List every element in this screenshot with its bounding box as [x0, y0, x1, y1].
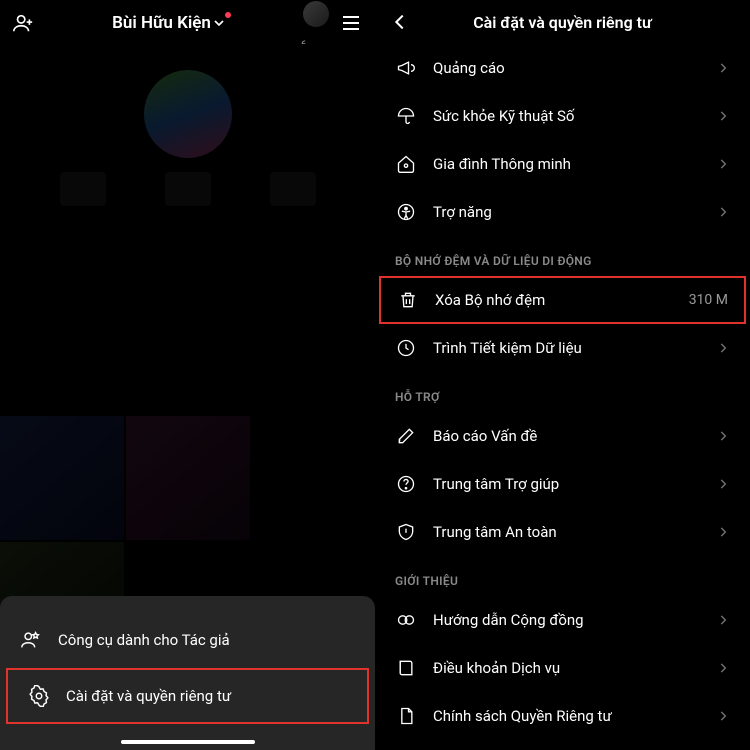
chevron-right-icon	[716, 109, 730, 123]
row-ads[interactable]: Quảng cáo	[375, 44, 750, 92]
account-switcher[interactable]: 6	[303, 1, 329, 46]
add-user-button[interactable]	[12, 12, 42, 34]
creator-tools-item[interactable]: Công cụ dành cho Tác giả	[0, 614, 375, 666]
section-about: GIỚI THIỆU	[375, 556, 750, 596]
row-label: Trợ năng	[433, 203, 700, 221]
row-terms[interactable]: Điều khoản Dịch vụ	[375, 644, 750, 692]
chevron-right-icon	[716, 61, 730, 75]
creator-tools-icon	[20, 629, 42, 651]
chevron-right-icon	[716, 429, 730, 443]
document-icon	[395, 706, 417, 726]
trash-icon	[397, 290, 419, 310]
hamburger-icon	[339, 11, 363, 35]
profile-header: Bùi Hữu Kiện 6	[0, 0, 375, 44]
settings-header: Cài đặt và quyền riêng tư	[375, 0, 750, 44]
row-label: Trình Tiết kiệm Dữ liệu	[433, 339, 700, 357]
row-report-problem[interactable]: Báo cáo Vấn đề	[375, 412, 750, 460]
row-privacy-policy[interactable]: Chính sách Quyền Riêng tư	[375, 692, 750, 740]
globe-icon	[395, 610, 417, 630]
settings-list: Quảng cáo Sức khỏe Kỹ thuật Số Gia đình …	[375, 44, 750, 740]
chevron-right-icon	[716, 205, 730, 219]
chevron-down-icon	[211, 15, 227, 31]
chevron-right-icon	[716, 477, 730, 491]
row-safety-center[interactable]: Trung tâm An toàn	[375, 508, 750, 556]
chevron-right-icon	[716, 341, 730, 355]
chevron-left-icon	[389, 11, 411, 33]
row-label: Báo cáo Vấn đề	[433, 427, 700, 445]
avatar-icon	[303, 1, 329, 27]
username: Bùi Hữu Kiện	[112, 13, 211, 33]
row-accessibility[interactable]: Trợ năng	[375, 188, 750, 236]
row-label: Điều khoản Dịch vụ	[433, 659, 700, 677]
book-icon	[395, 658, 417, 678]
row-label: Trung tâm An toàn	[433, 523, 700, 541]
notification-dot-icon	[225, 12, 231, 18]
help-icon	[395, 474, 417, 494]
chevron-right-icon	[716, 613, 730, 627]
bottom-sheet: Công cụ dành cho Tác giả Cài đặt và quyề…	[0, 596, 375, 750]
settings-privacy-item[interactable]: Cài đặt và quyền riêng tư	[6, 668, 369, 724]
gear-icon	[28, 685, 50, 707]
chevron-right-icon	[716, 525, 730, 539]
row-label: Xóa Bộ nhớ đệm	[435, 291, 673, 309]
row-family-pairing[interactable]: Gia đình Thông minh	[375, 140, 750, 188]
row-community-guidelines[interactable]: Hướng dẫn Cộng đồng	[375, 596, 750, 644]
username-dropdown[interactable]: Bùi Hữu Kiện	[112, 13, 233, 33]
row-label: Hướng dẫn Cộng đồng	[433, 611, 700, 629]
pencil-icon	[395, 426, 417, 446]
section-support: HỖ TRỢ	[375, 372, 750, 412]
chevron-right-icon	[716, 709, 730, 723]
row-label: Trung tâm Trợ giúp	[433, 475, 700, 493]
add-person-icon	[12, 12, 34, 34]
shield-icon	[395, 522, 417, 542]
settings-privacy-label: Cài đặt và quyền riêng tư	[66, 687, 231, 705]
right-screen: Cài đặt và quyền riêng tư Quảng cáo Sức …	[375, 0, 750, 750]
row-label: Sức khỏe Kỹ thuật Số	[433, 107, 700, 125]
menu-button[interactable]	[339, 11, 363, 35]
row-data-saver[interactable]: Trình Tiết kiệm Dữ liệu	[375, 324, 750, 372]
creator-tools-label: Công cụ dành cho Tác giả	[58, 631, 230, 649]
chevron-right-icon	[716, 157, 730, 171]
chevron-right-icon	[716, 661, 730, 675]
row-digital-wellbeing[interactable]: Sức khỏe Kỹ thuật Số	[375, 92, 750, 140]
data-saver-icon	[395, 338, 417, 358]
page-title: Cài đặt và quyền riêng tư	[375, 13, 750, 32]
back-button[interactable]	[385, 11, 415, 33]
accessibility-icon	[395, 202, 417, 222]
row-label: Quảng cáo	[433, 59, 700, 77]
megaphone-icon	[395, 58, 417, 78]
umbrella-icon	[395, 106, 417, 126]
home-icon	[395, 154, 417, 174]
row-clear-cache[interactable]: Xóa Bộ nhớ đệm 310 M	[379, 276, 746, 324]
cache-size: 310 M	[689, 292, 728, 308]
left-screen: Bùi Hữu Kiện 6 Công cụ dành cho Tác giả	[0, 0, 375, 750]
row-label: Gia đình Thông minh	[433, 155, 700, 173]
home-indicator	[121, 740, 255, 744]
section-cache: BỘ NHỚ ĐỆM VÀ DỮ LIỆU DI ĐỘNG	[375, 236, 750, 276]
row-label: Chính sách Quyền Riêng tư	[433, 707, 700, 725]
row-help-center[interactable]: Trung tâm Trợ giúp	[375, 460, 750, 508]
